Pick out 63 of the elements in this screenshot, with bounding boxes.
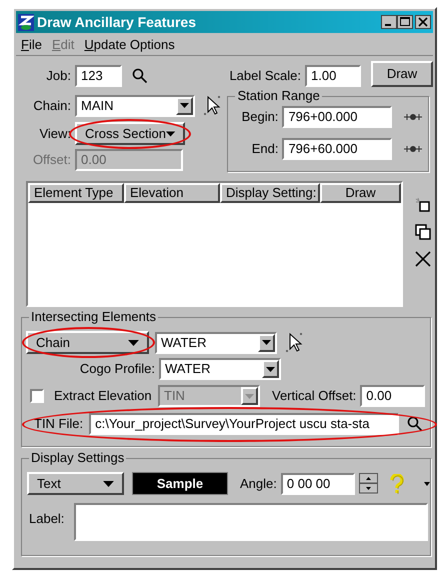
field-label: Label: (29, 510, 66, 528)
menu-item[interactable]: File (16, 34, 47, 54)
copy-icon[interactable] (415, 224, 431, 240)
field-label: Begin: (240, 108, 278, 126)
delete-icon[interactable] (415, 251, 431, 267)
minimize-icon[interactable] (381, 15, 397, 29)
symbology-dropdown[interactable]: Text (27, 472, 124, 495)
column-header[interactable]: Display Setting: (220, 183, 320, 203)
vertical-offset-field[interactable]: 0.00 (360, 385, 426, 407)
angle-field[interactable]: 0 00 00 (280, 472, 355, 494)
field-label: Vertical Offset: (272, 387, 356, 406)
dropdown-arrow-icon (180, 103, 189, 108)
dropdown-arrow-icon (266, 366, 275, 372)
app-icon (18, 14, 34, 30)
field-label: Angle: (240, 474, 277, 493)
dropdown-arrow-icon (103, 480, 114, 486)
field-label: Cogo Profile: (78, 360, 155, 378)
group-title: Display Settings (29, 450, 126, 466)
search-icon[interactable] (132, 68, 148, 84)
dropdown-arrow-icon (128, 340, 139, 346)
cogo-profile-dropdown[interactable]: WATER (159, 358, 281, 380)
field-label: View: (38, 124, 71, 143)
column-header[interactable]: Elevation (124, 183, 220, 203)
pick-point-icon[interactable] (404, 112, 422, 122)
close-icon[interactable] (415, 15, 431, 29)
job-field[interactable]: 123 (75, 65, 122, 87)
field-label: Chain: (32, 96, 71, 115)
field-label: Extract Elevation (54, 387, 153, 406)
spinner-icon[interactable] (358, 473, 378, 494)
pick-point-icon[interactable] (404, 144, 422, 154)
dropdown-arrow-icon (262, 340, 271, 345)
dropdown-arrow-icon[interactable] (424, 482, 430, 486)
tin-file-field[interactable]: c:\Your_project\Survey\YourProject uscu sta-sta (89, 413, 400, 435)
draw-button[interactable]: Draw (371, 61, 433, 87)
maximize-icon[interactable] (397, 15, 413, 29)
dropdown-arrow-icon (245, 394, 254, 398)
element-list[interactable]: Element Type Elevation Display Setting: Draw (26, 181, 403, 307)
sample-swatch[interactable]: Sample (132, 472, 228, 495)
end-station-field[interactable]: 796+60.000 (282, 138, 392, 160)
field-label: Job: (45, 67, 71, 86)
element-type-dropdown[interactable]: Chain (26, 331, 149, 354)
cursor-icon[interactable] (203, 94, 221, 116)
cursor-icon[interactable] (285, 332, 303, 354)
window-title: Draw Ancillary Features (37, 12, 197, 32)
group-title: Station Range (235, 88, 322, 104)
column-header[interactable]: Element Type (28, 183, 124, 203)
search-icon[interactable] (407, 416, 424, 432)
menu-item[interactable]: Update Options (79, 34, 180, 54)
field-label: End: (250, 140, 278, 158)
field-label: Offset: (32, 151, 71, 170)
add-icon[interactable] (415, 197, 431, 213)
extract-elevation-checkbox[interactable] (30, 389, 44, 403)
label-field[interactable] (74, 503, 428, 541)
dropdown-arrow-icon (166, 130, 175, 136)
column-header[interactable]: Draw (320, 183, 401, 203)
field-label: TIN File: (34, 415, 84, 434)
group-title: Intersecting Elements (29, 309, 158, 325)
view-dropdown[interactable]: Cross Section (75, 122, 185, 145)
label-scale-field[interactable]: 1.00 (305, 65, 361, 87)
field-label: Label Scale: (229, 67, 301, 86)
intersect-chain-dropdown[interactable]: WATER (155, 332, 277, 354)
begin-station-field[interactable]: 796+00.000 (282, 106, 392, 128)
alignment-dropdown[interactable]: MAIN (75, 94, 195, 116)
